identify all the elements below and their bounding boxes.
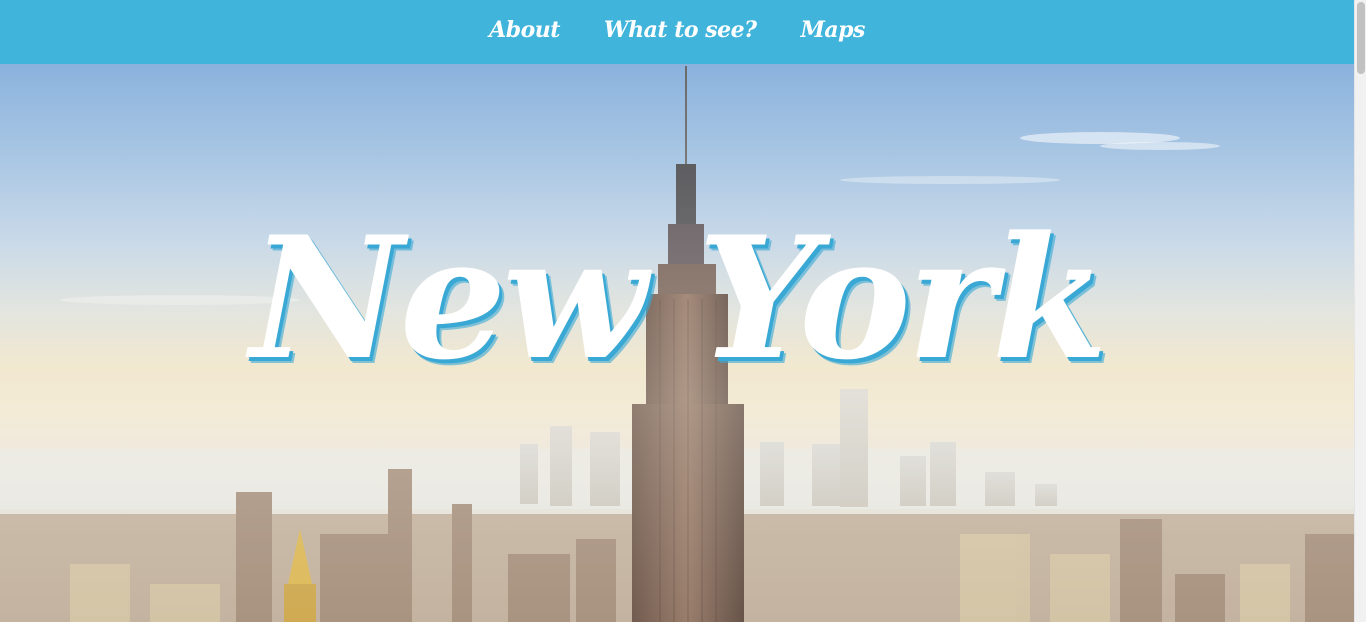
nav-link-about[interactable]: About	[489, 17, 560, 47]
nav-link-maps[interactable]: Maps	[800, 17, 865, 47]
hero-section: New York	[0, 64, 1354, 622]
scrollbar-thumb[interactable]	[1357, 2, 1365, 74]
hero-title: New York	[250, 199, 1108, 397]
vertical-scrollbar[interactable]	[1354, 0, 1366, 622]
top-navigation-bar: About What to see? Maps	[0, 0, 1354, 64]
nav-link-what-to-see[interactable]: What to see?	[604, 17, 757, 47]
page: About What to see? Maps New York	[0, 0, 1366, 622]
